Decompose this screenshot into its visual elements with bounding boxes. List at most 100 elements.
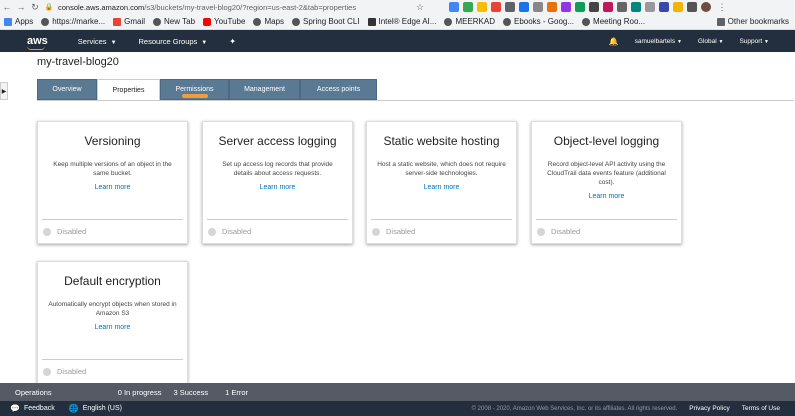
extension-icon[interactable] (533, 2, 543, 12)
card-status: Disabled (43, 227, 86, 236)
learn-more-link[interactable]: Learn more (38, 184, 187, 191)
bell-icon[interactable]: 🔔 (609, 37, 619, 46)
extension-icon[interactable] (645, 2, 655, 12)
card-title: Object-level logging (553, 134, 660, 148)
extension-icon[interactable] (477, 2, 487, 12)
menu-icon[interactable]: ⋮ (715, 2, 729, 13)
aws-top-nav: aws Services ▼ Resource Groups ▼ ✦ 🔔 samue… (0, 30, 795, 52)
card-divider (371, 219, 512, 220)
card-status: Disabled (537, 227, 580, 236)
object-level-logging-card[interactable]: Object-level logging Record object-level… (531, 121, 682, 244)
learn-more-link[interactable]: Learn more (532, 193, 681, 200)
youtube-icon (203, 17, 212, 26)
extension-icon[interactable] (547, 2, 557, 12)
caret-down-icon: ▼ (764, 38, 769, 45)
bookmark-item[interactable]: Ebooks - Goog... (503, 17, 574, 26)
extension-icon[interactable] (463, 2, 473, 12)
extension-icon[interactable] (631, 2, 641, 12)
reload-icon[interactable]: ↻ (28, 2, 42, 13)
language-selector[interactable]: English (US) (83, 405, 122, 412)
card-divider (536, 219, 677, 220)
extension-icon[interactable] (561, 2, 571, 12)
extension-icon[interactable] (449, 2, 459, 12)
card-title: Server access logging (218, 134, 337, 148)
sidebar-toggle[interactable]: ▶ (0, 82, 8, 100)
extension-icon[interactable] (687, 2, 697, 12)
bookmark-item[interactable]: YouTube (203, 17, 245, 26)
feedback-icon: 💬 (10, 404, 20, 413)
tab-management[interactable]: Management (229, 79, 300, 100)
public-badge (181, 94, 208, 98)
pin-icon[interactable]: ✦ (229, 37, 236, 46)
terms-of-use-link[interactable]: Terms of Use (742, 405, 780, 412)
aws-smile-icon (27, 46, 45, 50)
learn-more-link[interactable]: Learn more (367, 184, 516, 191)
operations-bar[interactable]: Operations 0 In progress 3 Success 1 Err… (0, 383, 795, 401)
aws-logo[interactable]: aws (27, 35, 48, 50)
bookmark-item[interactable]: Gmail (113, 17, 145, 26)
bookmark-item[interactable]: Meeting Roo... (582, 17, 645, 26)
card-divider (42, 219, 183, 220)
extension-icon[interactable] (659, 2, 669, 12)
profile-avatar[interactable] (701, 2, 711, 12)
account-menu[interactable]: samuelbartels ▼ (635, 38, 682, 45)
tab-divider (37, 100, 794, 101)
globe-icon: 🌐 (68, 404, 79, 413)
caret-down-icon: ▼ (110, 39, 117, 46)
extension-icon[interactable] (505, 2, 515, 12)
tab-permissions[interactable]: Permissions (160, 79, 229, 100)
static-website-hosting-card[interactable]: Static website hosting Host a static web… (366, 121, 517, 244)
extension-icon[interactable] (617, 2, 627, 12)
privacy-policy-link[interactable]: Privacy Policy (689, 405, 729, 412)
extension-icon[interactable] (673, 2, 683, 12)
status-dot-icon (208, 227, 216, 236)
url-host: console.aws.amazon.com (58, 2, 145, 12)
other-bookmarks[interactable]: Other bookmarks (716, 17, 789, 26)
resource-groups-menu[interactable]: Resource Groups ▼ (139, 37, 208, 46)
star-icon[interactable]: ☆ (413, 2, 427, 13)
support-menu[interactable]: Support ▼ (739, 38, 769, 45)
versioning-card[interactable]: Versioning Keep multiple versions of an … (37, 121, 188, 244)
tab-overview[interactable]: Overview (37, 79, 97, 100)
feedback-link[interactable]: Feedback (24, 405, 55, 412)
back-icon[interactable]: ← (0, 2, 14, 12)
learn-more-link[interactable]: Learn more (38, 324, 187, 331)
region-menu[interactable]: Global ▼ (698, 38, 724, 45)
operations-label: Operations (15, 387, 52, 397)
bookmark-item[interactable]: Maps (253, 17, 284, 26)
gmail-icon (113, 17, 122, 26)
bookmarks-bar: Apps https://marke... Gmail New Tab YouT… (0, 14, 795, 30)
tab-access-points[interactable]: Access points (300, 79, 377, 100)
card-description: Record object-level API activity using t… (547, 161, 666, 186)
services-menu[interactable]: Services ▼ (78, 37, 117, 46)
card-divider (42, 359, 183, 360)
extension-icon[interactable] (603, 2, 613, 12)
address-bar[interactable]: console.aws.amazon.com/s3/buckets/my-tra… (58, 1, 413, 13)
bookmark-item[interactable]: New Tab (153, 17, 195, 26)
card-description: Host a static website, which does not re… (377, 161, 506, 177)
bookmark-item[interactable]: https://marke... (41, 17, 105, 26)
extension-icon[interactable] (575, 2, 585, 12)
forward-icon[interactable]: → (14, 2, 28, 12)
card-title: Default encryption (64, 274, 161, 288)
caret-down-icon: ▼ (676, 38, 682, 45)
tab-properties[interactable]: Properties (97, 79, 160, 100)
globe-icon (253, 17, 262, 26)
learn-more-link[interactable]: Learn more (203, 184, 352, 191)
globe-icon (444, 17, 453, 26)
default-encryption-card[interactable]: Default encryption Automatically encrypt… (37, 261, 188, 383)
extension-icon[interactable] (589, 2, 599, 12)
globe-icon (41, 17, 50, 26)
bookmark-item[interactable]: Intel® Edge AI... (367, 17, 436, 26)
bookmark-item[interactable]: Spring Boot CLI (292, 17, 360, 26)
lock-icon[interactable]: 🔒 (42, 3, 56, 11)
error-count: 1 Error (225, 387, 248, 397)
globe-icon (153, 17, 162, 26)
bookmark-item[interactable]: MEERKAD (444, 17, 495, 26)
bookmark-apps[interactable]: Apps (4, 17, 33, 26)
globe-icon (582, 17, 591, 26)
status-dot-icon (43, 367, 51, 376)
extension-icon[interactable] (491, 2, 501, 12)
server-access-logging-card[interactable]: Server access logging Set up access log … (202, 121, 353, 244)
extension-icon[interactable] (519, 2, 529, 12)
